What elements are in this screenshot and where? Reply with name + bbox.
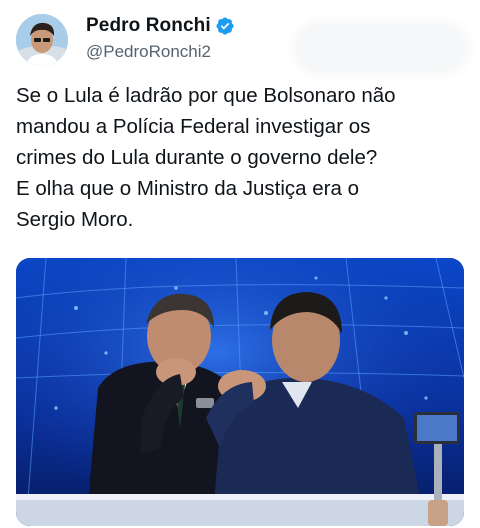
avatar[interactable] [16,14,68,66]
tweet-line: crimes do Lula durante o governo dele? [16,146,378,169]
tweet-header: Pedro Ronchi @PedroRonchi2 [16,12,464,70]
author-name-row[interactable]: Pedro Ronchi [86,15,235,37]
tweet-line: E olha que o Ministro da Justiça era o [16,177,359,200]
author-display-name[interactable]: Pedro Ronchi [86,15,211,37]
photo-icon [16,258,464,526]
tweet-line: mandou a Polícia Federal investigar os [16,115,371,138]
blurred-follow-area [298,26,464,70]
author-handle[interactable]: @PedroRonchi2 [86,42,211,62]
tweet-text: Se o Lula é ladrão por que Bolsonaro não… [16,80,472,235]
tweet-media-photo[interactable] [16,258,464,526]
verified-badge-icon [216,17,234,35]
avatar-icon [16,14,68,66]
tweet-line: Sergio Moro. [16,208,134,231]
tweet-line: Se o Lula é ladrão por que Bolsonaro não [16,84,396,107]
